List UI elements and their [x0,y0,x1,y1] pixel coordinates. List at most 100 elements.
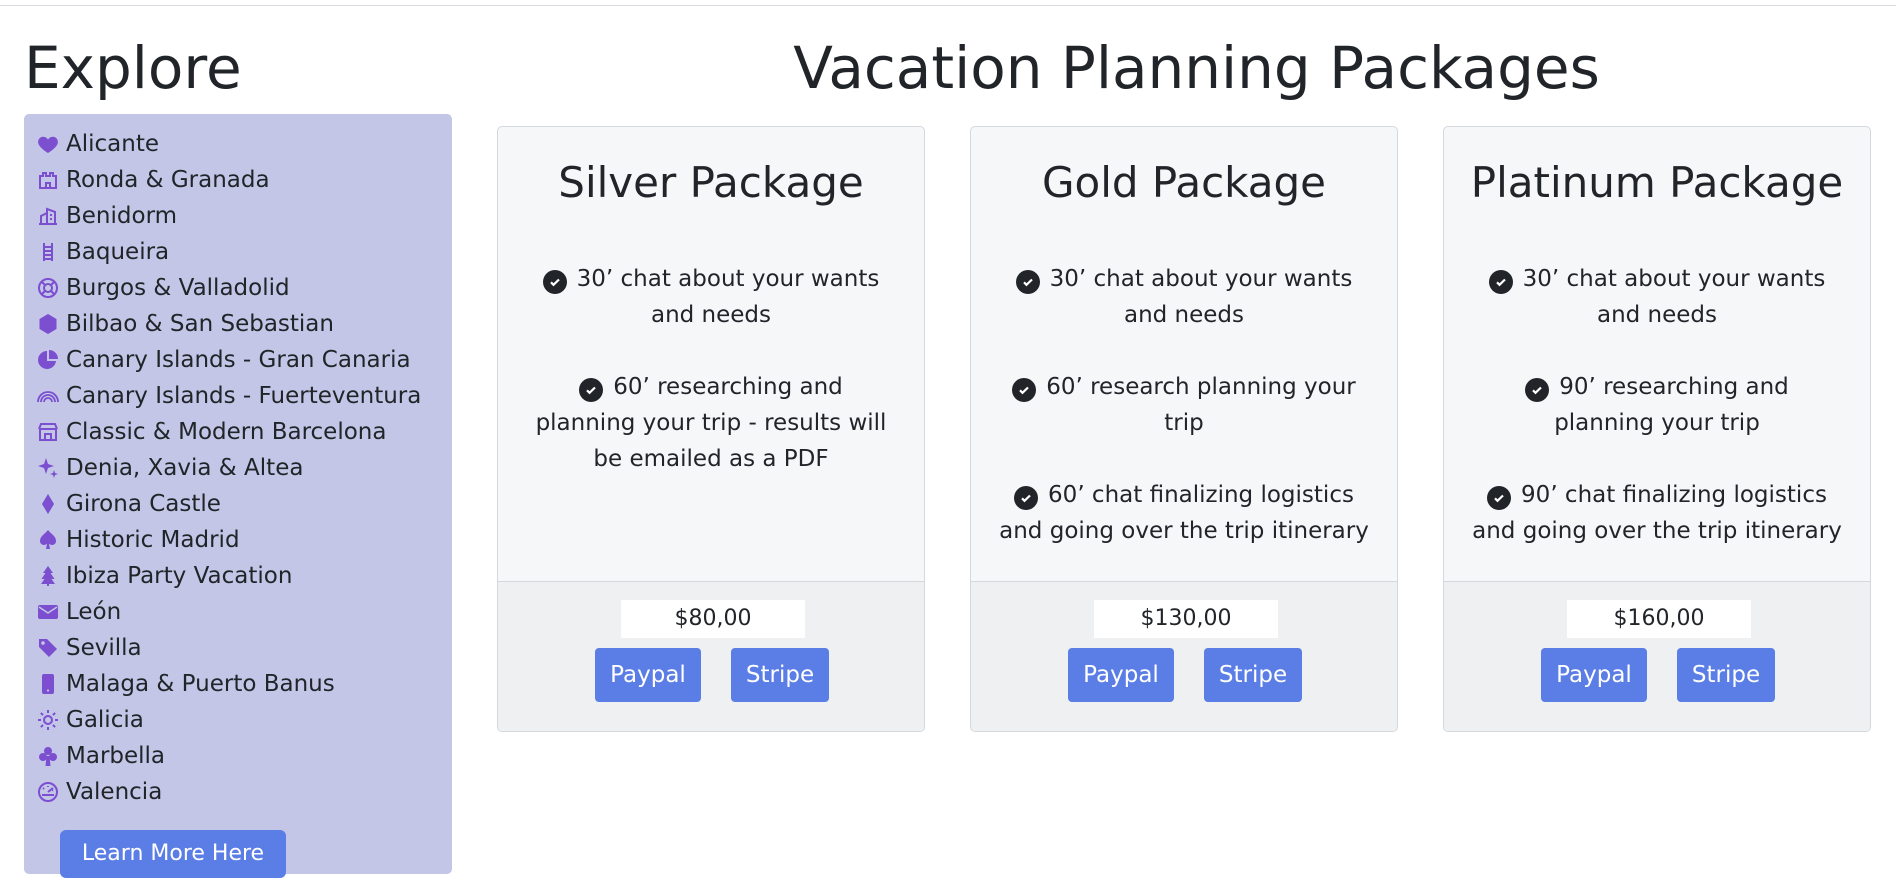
package-footer: Paypal Stripe [971,581,1397,731]
explore-item-label: Ibiza Party Vacation [66,563,293,589]
rainbow-icon [36,384,60,408]
package-feature-list: 30’ chat about your wants and needs 60’ … [999,261,1369,585]
explore-item-barcelona[interactable]: Classic & Modern Barcelona [36,414,452,450]
paypal-button[interactable]: Paypal [1068,648,1174,702]
learn-more-button[interactable]: Learn More Here [60,830,286,878]
explore-item-label: Alicante [66,131,159,157]
page-title: Vacation Planning Packages [793,34,1600,102]
sparkles-icon [36,456,60,480]
price-field[interactable] [1094,600,1278,638]
life-ring-icon [36,276,60,300]
explore-item-marbella[interactable]: Marbella [36,738,452,774]
explore-item-label: Benidorm [66,203,178,229]
explore-item-label: Galicia [66,707,144,733]
package-title: Silver Package [558,158,864,207]
heart-icon [36,132,60,156]
package-title: Gold Package [1041,158,1326,207]
explore-item-leon[interactable]: León [36,594,452,630]
explore-item-sevilla[interactable]: Sevilla [36,630,452,666]
page-content: Explore Alicante Ronda & Granada Benidor… [24,32,1872,878]
envelope-icon [36,600,60,624]
explore-item-label: Baqueira [66,239,170,265]
tree-icon [36,564,60,588]
explore-item-ronda-granada[interactable]: Ronda & Granada [36,162,452,198]
explore-item-label: Bilbao & San Sebastian [66,311,334,337]
explore-item-benidorm[interactable]: Benidorm [36,198,452,234]
explore-item-label: Girona Castle [66,491,221,517]
package-feature-list: 30’ chat about your wants and needs 90’ … [1472,261,1842,585]
explore-item-label: Malaga & Puerto Banus [66,671,335,697]
spade-icon [36,528,60,552]
pie-chart-icon [36,348,60,372]
package-footer: Paypal Stripe [1444,581,1870,731]
check-circle-icon [579,378,604,402]
package-feature-list: 30’ chat about your wants and needs 60’ … [526,261,896,513]
sun-icon [36,708,60,732]
price-field[interactable] [621,600,805,638]
explore-item-galicia[interactable]: Galicia [36,702,452,738]
check-circle-icon [1487,486,1512,510]
explore-item-label: Burgos & Valladolid [66,275,290,301]
phone-icon [36,672,60,696]
explore-item-girona-castle[interactable]: Girona Castle [36,486,452,522]
explore-item-bilbao-san-sebastian[interactable]: Bilbao & San Sebastian [36,306,452,342]
explore-item-denia-xavia-altea[interactable]: Denia, Xavia & Altea [36,450,452,486]
explore-item-malaga-puerto-banus[interactable]: Malaga & Puerto Banus [36,666,452,702]
shop-icon [36,420,60,444]
stripe-button[interactable]: Stripe [731,648,829,702]
explore-item-historic-madrid[interactable]: Historic Madrid [36,522,452,558]
club-icon [36,744,60,768]
package-feature-item: 30’ chat about your wants and needs [1472,261,1842,333]
explore-item-label: León [66,599,122,625]
explore-item-label: Sevilla [66,635,142,661]
explore-item-fuerteventura[interactable]: Canary Islands - Fuerteventura [36,378,452,414]
check-circle-icon [1488,270,1513,294]
package-feature-item: 30’ chat about your wants and needs [999,261,1369,333]
check-circle-icon [1525,378,1550,402]
explore-item-label: Canary Islands - Gran Canaria [66,347,411,373]
explore-item-baqueira[interactable]: Baqueira [36,234,452,270]
package-feature-text: 30’ chat about your wants and needs [1049,266,1353,328]
paypal-button[interactable]: Paypal [595,648,701,702]
package-feature-text: 90’ researching and planning your trip [1554,374,1789,436]
explore-panel: Alicante Ronda & Granada Benidorm Baquei… [24,114,452,878]
explore-item-gran-canaria[interactable]: Canary Islands - Gran Canaria [36,342,452,378]
package-feature-item: 30’ chat about your wants and needs [526,261,896,333]
ladder-icon [36,240,60,264]
explore-item-label: Valencia [66,779,163,805]
explore-item-label: Historic Madrid [66,527,240,553]
package-feature-item: 90’ chat finalizing logistics and going … [1472,477,1842,549]
stripe-button[interactable]: Stripe [1677,648,1775,702]
tags-icon [36,636,60,660]
paypal-button[interactable]: Paypal [1541,648,1647,702]
explore-item-alicante[interactable]: Alicante [36,126,452,162]
speedometer-icon [36,780,60,804]
explore-item-label: Marbella [66,743,166,769]
price-field[interactable] [1567,600,1751,638]
gold-package-card: Gold Package 30’ chat about your wants a… [970,126,1398,732]
explore-sidebar: Explore Alicante Ronda & Granada Benidor… [24,32,452,878]
package-title: Platinum Package [1470,158,1844,207]
explore-item-label: Ronda & Granada [66,167,270,193]
explore-list: Alicante Ronda & Granada Benidorm Baquei… [24,114,452,810]
explore-item-burgos-valladolid[interactable]: Burgos & Valladolid [36,270,452,306]
package-feature-item: 60’ researching and planning your trip -… [526,369,896,477]
explore-item-ibiza-party-vacation[interactable]: Ibiza Party Vacation [36,558,452,594]
check-circle-icon [1014,486,1039,510]
package-feature-text: 30’ chat about your wants and needs [1522,266,1826,328]
package-feature-item: 90’ researching and planning your trip [1472,369,1842,441]
castle-icon [36,168,60,192]
diamond-icon [36,492,60,516]
buildings-icon [36,204,60,228]
hexagon-icon [36,312,60,336]
explore-item-label: Denia, Xavia & Altea [66,455,304,481]
check-circle-icon [542,270,567,294]
top-divider [0,5,1896,6]
package-feature-text: 60’ chat finalizing logistics and going … [999,482,1369,544]
package-feature-item: 60’ chat finalizing logistics and going … [999,477,1369,549]
stripe-button[interactable]: Stripe [1204,648,1302,702]
explore-item-valencia[interactable]: Valencia [36,774,452,810]
package-footer: Paypal Stripe [498,581,924,731]
explore-heading: Explore [24,34,242,102]
package-feature-item: 60’ research planning your trip [999,369,1369,441]
